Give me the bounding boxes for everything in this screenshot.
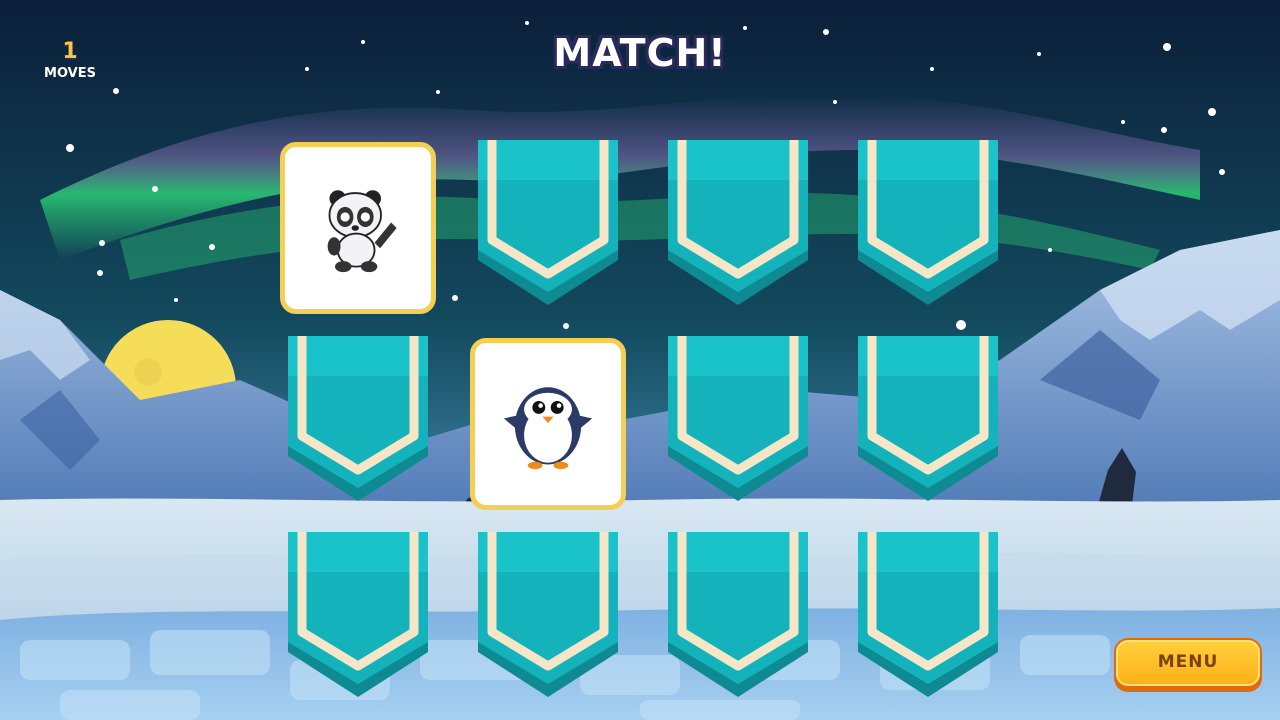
card-face [470, 338, 626, 510]
card-back-shield-icon [478, 532, 618, 697]
card-revealed-panda[interactable] [278, 140, 438, 315]
card-back-shield-icon [858, 532, 998, 697]
penguin-icon [503, 387, 593, 470]
card-back-shield-icon [288, 336, 428, 501]
card-hidden[interactable] [468, 132, 628, 307]
match-title: MATCH! [553, 31, 727, 75]
card-back-shield-icon [288, 532, 428, 697]
card-hidden[interactable] [658, 328, 818, 503]
card-hidden[interactable] [468, 524, 628, 699]
card-back-shield-icon [668, 140, 808, 305]
card-face [280, 142, 436, 314]
card-hidden[interactable] [278, 524, 438, 699]
menu-button[interactable]: MENU [1114, 638, 1262, 692]
card-hidden[interactable] [848, 524, 1008, 699]
card-back-shield-icon [668, 532, 808, 697]
card-hidden[interactable] [658, 132, 818, 307]
card-hidden[interactable] [848, 328, 1008, 503]
card-back-shield-icon [858, 336, 998, 501]
game-stage: 1 MOVES MATCH! MENU [0, 0, 1280, 720]
card-hidden[interactable] [658, 524, 818, 699]
menu-button-label: MENU [1157, 652, 1219, 672]
card-hidden[interactable] [278, 328, 438, 503]
card-back-shield-icon [668, 336, 808, 501]
panda-icon [327, 190, 397, 273]
moves-label: MOVES [44, 66, 96, 81]
card-back-shield-icon [858, 140, 998, 305]
card-revealed-penguin[interactable] [468, 336, 628, 511]
arctic-night-background [0, 0, 1280, 720]
card-hidden[interactable] [848, 132, 1008, 307]
moves-count: 1 [62, 39, 78, 64]
moves-counter: 1 MOVES [30, 38, 110, 82]
card-back-shield-icon [478, 140, 618, 305]
